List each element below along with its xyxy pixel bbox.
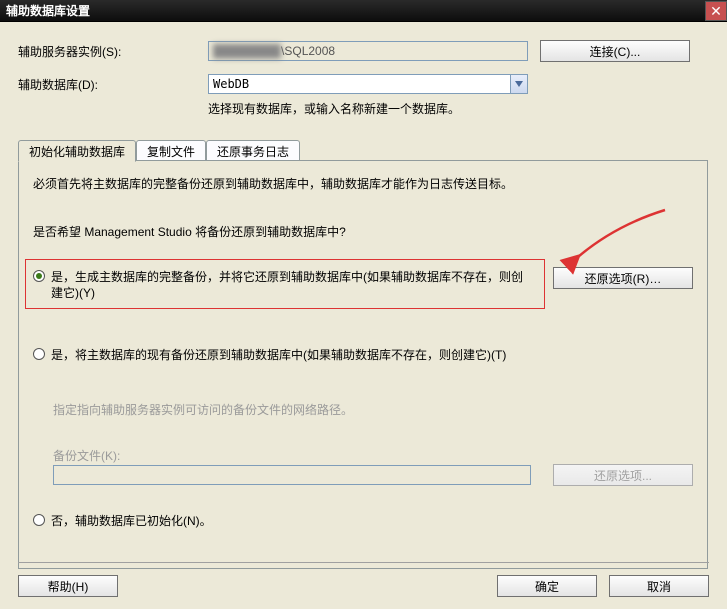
radio-indicator (33, 270, 45, 282)
radio-option2-label: 是，将主数据库的现有备份还原到辅助数据库中(如果辅助数据库不存在，则创建它)(T… (51, 347, 506, 363)
client-area: 辅助服务器实例(S): ████████ \SQL2008 连接(C)... 辅… (0, 22, 727, 609)
tab-headers: 初始化辅助数据库 复制文件 还原事务日志 (18, 140, 708, 161)
radio-option-already-initialized[interactable]: 否，辅助数据库已初始化(N)。 (33, 513, 673, 529)
tab-init[interactable]: 初始化辅助数据库 (18, 140, 136, 162)
init-header-text: 必须首先将主数据库的完整备份还原到辅助数据库中，辅助数据库才能作为日志传送目标。 (33, 175, 693, 192)
chevron-down-icon (510, 75, 527, 93)
radio-indicator (33, 514, 45, 526)
restore-options-button[interactable]: 还原选项(R)… (553, 267, 693, 289)
server-instance-value: \SQL2008 (281, 44, 335, 58)
tab-copy[interactable]: 复制文件 (136, 140, 206, 161)
radio-option1-label: 是，生成主数据库的完整备份，并将它还原到辅助数据库中(如果辅助数据库不存在，则创… (51, 269, 533, 301)
ok-button[interactable]: 确定 (497, 575, 597, 597)
secondary-db-label: 辅助数据库(D): (18, 76, 208, 93)
secondary-db-value: WebDB (213, 77, 249, 91)
radio-option-generate-backup[interactable]: 是，生成主数据库的完整备份，并将它还原到辅助数据库中(如果辅助数据库不存在，则创… (33, 269, 533, 301)
restore-options-button-disabled: 还原选项... (553, 464, 693, 486)
tab-body-init: 必须首先将主数据库的完整备份还原到辅助数据库中，辅助数据库才能作为日志传送目标。… (18, 161, 708, 569)
close-icon: ✕ (710, 4, 722, 18)
tab-restore[interactable]: 还原事务日志 (206, 140, 300, 161)
server-instance-label: 辅助服务器实例(S): (18, 43, 208, 60)
radio-option-existing-backup[interactable]: 是，将主数据库的现有备份还原到辅助数据库中(如果辅助数据库不存在，则创建它)(T… (33, 347, 673, 363)
secondary-db-combobox[interactable]: WebDB (208, 74, 528, 94)
backup-file-field (53, 465, 531, 485)
radio-option3-label: 否，辅助数据库已初始化(N)。 (51, 513, 212, 529)
cancel-button[interactable]: 取消 (609, 575, 709, 597)
title-bar: 辅助数据库设置 ✕ (0, 0, 727, 22)
backup-file-label: 备份文件(K): (53, 447, 120, 464)
init-question-text: 是否希望 Management Studio 将备份还原到辅助数据库中? (33, 223, 693, 240)
radio-indicator (33, 348, 45, 360)
window-title: 辅助数据库设置 (6, 2, 90, 19)
bottom-bar: 帮助(H) 确定 取消 (18, 562, 709, 597)
server-instance-field: ████████ \SQL2008 (208, 41, 528, 61)
close-button[interactable]: ✕ (705, 1, 727, 21)
secondary-db-hint: 选择现有数据库，或输入名称新建一个数据库。 (208, 100, 460, 117)
backup-path-hint: 指定指向辅助服务器实例可访问的备份文件的网络路径。 (53, 401, 673, 418)
tab-strip: 初始化辅助数据库 复制文件 还原事务日志 必须首先将主数据库的完整备份还原到辅助… (18, 140, 708, 569)
help-button[interactable]: 帮助(H) (18, 575, 118, 597)
server-instance-redacted: ████████ (213, 44, 281, 58)
connect-button[interactable]: 连接(C)... (540, 40, 690, 62)
